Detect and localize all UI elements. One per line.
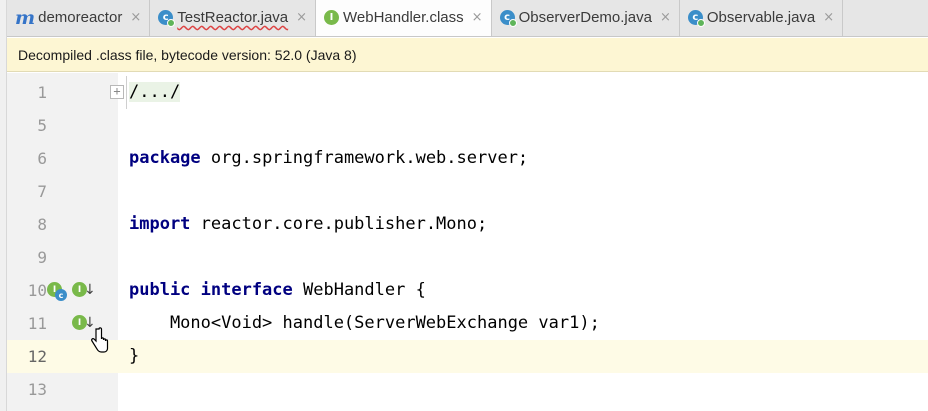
tab-observable[interactable]: c Observable.java × <box>680 0 844 36</box>
banner-text: Decompiled .class file, bytecode version… <box>18 46 357 63</box>
tab-label: TestReactor.java <box>177 9 289 26</box>
editor-tab-bar: m demoreactor × c TestReactor.java × I W… <box>7 0 928 37</box>
class-icon: c <box>687 10 705 27</box>
code-line[interactable]: 8 import reactor.core.publisher.Mono; <box>7 208 928 241</box>
class-icon: c <box>499 10 517 27</box>
left-panel-edge <box>0 0 7 411</box>
class-icon: c <box>158 10 176 27</box>
module-icon: m <box>15 6 36 29</box>
line-number: 6 <box>37 149 47 168</box>
keyword: public interface <box>129 280 293 300</box>
fold-guide <box>126 76 127 109</box>
class-icon: c <box>55 289 67 301</box>
code-line[interactable]: 10 I c I ↓ public interface WebHandler { <box>7 274 928 307</box>
line-number: 9 <box>37 248 47 267</box>
line-number: 11 <box>27 314 47 333</box>
code-text: org.springframework.web.server; <box>200 148 529 168</box>
tab-label: Observable.java <box>706 9 816 26</box>
line-number: 13 <box>27 380 47 399</box>
hand-cursor-icon <box>91 327 109 353</box>
line-code: package org.springframework.web.server; <box>129 142 528 175</box>
tab-webhandler[interactable]: I WebHandler.class × <box>316 0 492 36</box>
code-line[interactable]: 13 <box>7 373 928 406</box>
arrow-down-icon: ↓ <box>84 282 96 298</box>
line-number: 5 <box>37 116 47 135</box>
code-line[interactable]: 7 <box>7 175 928 208</box>
close-icon[interactable]: × <box>130 10 141 25</box>
close-icon[interactable]: × <box>472 10 483 25</box>
code-line-current[interactable]: 12 } <box>7 340 928 373</box>
code-line[interactable]: 1 + /.../ <box>7 76 928 109</box>
line-code: /.../ <box>129 76 181 109</box>
close-icon[interactable]: × <box>660 10 671 25</box>
fold-expand-icon[interactable]: + <box>110 85 124 99</box>
code-line[interactable]: 5 <box>7 109 928 142</box>
code-text: WebHandler { <box>292 280 426 300</box>
line-code: import reactor.core.publisher.Mono; <box>129 208 487 241</box>
line-code: public interface WebHandler { <box>129 274 426 307</box>
close-icon[interactable]: × <box>296 10 307 25</box>
code-line[interactable]: 9 <box>7 241 928 274</box>
tab-observerdemo[interactable]: c ObserverDemo.java × <box>492 0 680 36</box>
line-code: Mono<Void> handle(ServerWebExchange var1… <box>129 313 600 333</box>
line-number: 7 <box>37 182 47 201</box>
tab-label: ObserverDemo.java <box>518 9 652 26</box>
line-number: 10 <box>27 281 47 300</box>
line-number: 8 <box>37 215 47 234</box>
code-line[interactable]: 6 package org.springframework.web.server… <box>7 142 928 175</box>
tab-demoreactor[interactable]: m demoreactor × <box>7 0 151 36</box>
keyword: package <box>129 148 201 168</box>
decompiled-banner: Decompiled .class file, bytecode version… <box>7 38 928 72</box>
tab-label: demoreactor <box>38 9 123 26</box>
line-code: } <box>129 346 140 366</box>
code-line[interactable]: 11 I ↓ Mono<Void> handle(ServerWebExchan… <box>7 307 928 340</box>
interface-icon: I <box>324 10 340 25</box>
folded-region[interactable]: /.../ <box>129 82 181 102</box>
close-icon[interactable]: × <box>823 10 834 25</box>
tab-label: WebHandler.class <box>343 9 464 26</box>
code-editor[interactable]: 1 + /.../ 5 6 package org.springframewor… <box>7 73 928 411</box>
tab-testreactor[interactable]: c TestReactor.java × <box>150 0 317 36</box>
code-text: reactor.core.publisher.Mono; <box>190 214 488 234</box>
line-number: 1 <box>37 83 47 102</box>
keyword: import <box>129 214 191 234</box>
line-number: 12 <box>27 347 47 366</box>
